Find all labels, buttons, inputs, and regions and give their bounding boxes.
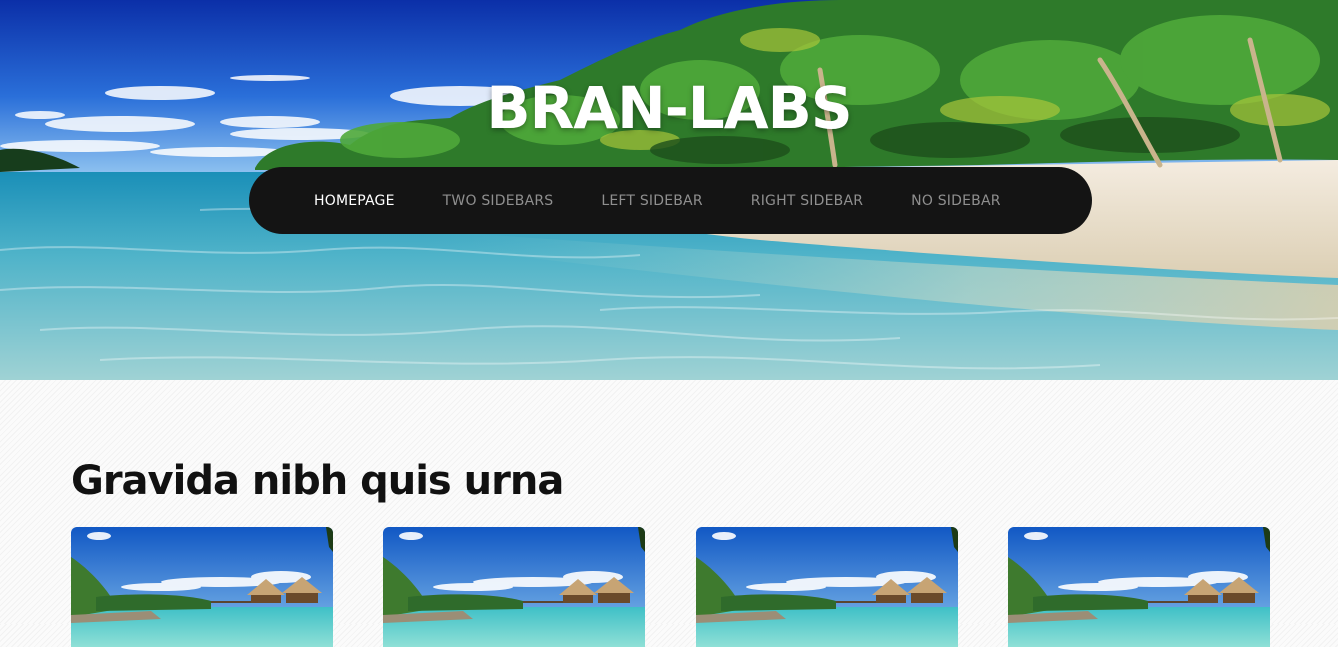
card-grid (71, 527, 1271, 647)
nav-item-two-sidebars[interactable]: TWO SIDEBARS (443, 193, 554, 209)
tropical-bungalow-image (71, 527, 333, 647)
tropical-bungalow-image (1008, 527, 1270, 647)
tropical-bungalow-image (696, 527, 958, 647)
nav-item-homepage[interactable]: HOMEPAGE (314, 193, 395, 209)
site-title[interactable]: BRAN-LABS (0, 74, 1338, 142)
nav-item-right-sidebar[interactable]: RIGHT SIDEBAR (751, 193, 863, 209)
nav-item-left-sidebar[interactable]: LEFT SIDEBAR (601, 193, 702, 209)
main-nav: HOMEPAGE TWO SIDEBARS LEFT SIDEBAR RIGHT… (249, 167, 1092, 234)
hero-banner: BRAN-LABS HOMEPAGE TWO SIDEBARS LEFT SID… (0, 0, 1338, 380)
card-image-2[interactable] (383, 527, 645, 647)
card-image-4[interactable] (1008, 527, 1270, 647)
card-image-1[interactable] (71, 527, 333, 647)
nav-item-no-sidebar[interactable]: NO SIDEBAR (911, 193, 1001, 209)
tropical-bungalow-image (383, 527, 645, 647)
section-title: Gravida nibh quis urna (71, 458, 564, 504)
card-image-3[interactable] (696, 527, 958, 647)
